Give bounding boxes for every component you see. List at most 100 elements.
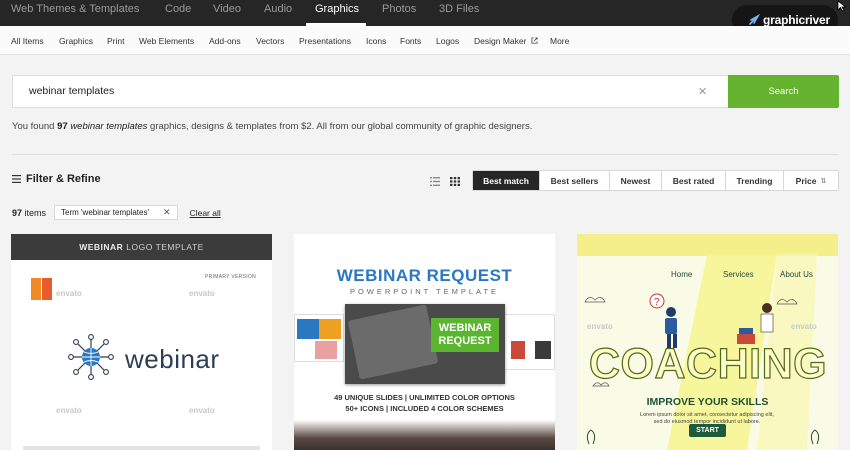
- results-prefix: You found: [12, 121, 58, 132]
- active-filters: 97 items Term 'webinar templates' ✕ Clea…: [12, 205, 221, 220]
- items-count-word: items: [22, 207, 47, 218]
- tab-graphics[interactable]: Graphics: [315, 3, 359, 15]
- subnav-presentations[interactable]: Presentations: [299, 36, 351, 46]
- sort-newest[interactable]: Newest: [610, 171, 662, 190]
- subnav-icons[interactable]: Icons: [366, 36, 386, 46]
- term-chip-label: Term 'webinar templates': [61, 208, 150, 217]
- slide-block: [319, 319, 341, 339]
- sort-best-sellers[interactable]: Best sellers: [540, 171, 610, 190]
- grid-view-icon[interactable]: [450, 177, 460, 186]
- subnav-design-maker[interactable]: Design Maker: [474, 36, 538, 46]
- tab-web-themes[interactable]: Web Themes & Templates: [11, 3, 139, 15]
- card-subtitle: POWERPOINT TEMPLATE: [349, 287, 500, 296]
- slide-preview-right: [504, 314, 555, 370]
- design-maker-label: Design Maker: [474, 36, 527, 46]
- subnav-logos[interactable]: Logos: [436, 36, 459, 46]
- sort-best-match[interactable]: Best match: [473, 171, 540, 190]
- webinar-logo-word: webinar: [125, 344, 220, 374]
- sort-trending[interactable]: Trending: [726, 171, 784, 190]
- category-subnav: All Items Graphics Print Web Elements Ad…: [0, 26, 850, 55]
- result-card-webinar-logo[interactable]: WEBINAR LOGO TEMPLATE PRIMARY VERSION en…: [11, 234, 272, 450]
- badge-line-2: REQUEST: [438, 335, 492, 347]
- search-button[interactable]: Search: [728, 75, 839, 108]
- results-suffix: graphics, designs & templates from $2. A…: [147, 121, 533, 132]
- filter-refine-label: Filter & Refine: [26, 173, 101, 185]
- watermark: envato: [56, 406, 82, 415]
- webinar-globe-logo-icon: [68, 334, 114, 380]
- remove-term-icon[interactable]: ✕: [163, 207, 171, 218]
- slide-block: [511, 341, 525, 359]
- results-count: 97: [57, 121, 68, 132]
- tab-3d-files[interactable]: 3D Files: [439, 3, 479, 15]
- subnav-print[interactable]: Print: [107, 36, 124, 46]
- clear-all-link[interactable]: Clear all: [190, 208, 221, 218]
- card-header-bold: WEBINAR: [79, 242, 124, 252]
- features-line-1: 49 UNIQUE SLIDES | UNLIMITED COLOR OPTIO…: [334, 393, 515, 402]
- sort-price-label: Price: [795, 175, 817, 186]
- sort-best-rated[interactable]: Best rated: [662, 171, 726, 190]
- view-toggle: [430, 177, 460, 186]
- watermark: envato: [56, 289, 82, 298]
- subnav-vectors[interactable]: Vectors: [256, 36, 284, 46]
- coaching-nav-services: Services: [723, 270, 754, 279]
- features-line-2: 50+ ICONS | INCLUDED 4 COLOR SCHEMES: [345, 404, 504, 413]
- card-title: WEBINAR REQUEST: [336, 266, 513, 285]
- top-navigation-bar: Web Themes & Templates Code Video Audio …: [0, 0, 850, 26]
- color-swatch-orange: [31, 278, 41, 300]
- term-filter-chip[interactable]: Term 'webinar templates' ✕: [54, 205, 178, 220]
- watermark: envato: [189, 406, 215, 415]
- laptop-image: [347, 304, 439, 380]
- coaching-subtitle: IMPROVE YOUR SKILLS: [646, 396, 769, 408]
- subnav-graphics[interactable]: Graphics: [59, 36, 93, 46]
- filter-icon: [12, 175, 21, 183]
- items-count: 97 items: [12, 208, 46, 218]
- list-view-icon[interactable]: [430, 177, 440, 186]
- sort-price[interactable]: Price ⇅: [784, 171, 838, 190]
- subnav-add-ons[interactable]: Add-ons: [209, 36, 241, 46]
- subnav-all-items[interactable]: All Items: [11, 36, 44, 46]
- filter-refine-toggle[interactable]: Filter & Refine: [12, 173, 101, 185]
- mouse-cursor-icon: [837, 0, 847, 12]
- coaching-nav-home: Home: [671, 270, 693, 279]
- search-field-container: [12, 75, 728, 108]
- slide-photo: [315, 341, 337, 359]
- sort-arrows-icon: ⇅: [820, 177, 827, 185]
- tab-code[interactable]: Code: [165, 3, 191, 15]
- slide-preview-left: [294, 314, 344, 362]
- webinar-request-badge: WEBINAR REQUEST: [431, 318, 499, 352]
- subnav-web-elements[interactable]: Web Elements: [139, 36, 194, 46]
- brand-name: graphicriver: [763, 13, 830, 27]
- primary-version-label: PRIMARY VERSION: [205, 274, 256, 280]
- watermark: envato: [587, 322, 613, 331]
- slide-preview-main: WEBINAR REQUEST: [345, 304, 505, 384]
- coaching-nav-about: About Us: [780, 270, 813, 279]
- subnav-more[interactable]: More: [550, 36, 569, 46]
- card-features: 49 UNIQUE SLIDES | UNLIMITED COLOR OPTIO…: [294, 392, 555, 414]
- external-link-icon: [531, 37, 538, 44]
- coaching-start-button: START: [689, 424, 726, 437]
- results-summary: You found 97 webinar templates graphics,…: [12, 121, 532, 132]
- result-card-webinar-request[interactable]: WEBINAR REQUEST POWERPOINT TEMPLATE WEBI…: [294, 234, 555, 450]
- svg-text:?: ?: [654, 297, 660, 308]
- graphicriver-mark-icon: [749, 14, 760, 25]
- card-header-light: LOGO TEMPLATE: [126, 242, 204, 252]
- subnav-fonts[interactable]: Fonts: [400, 36, 421, 46]
- result-card-coaching[interactable]: ? Home Services About Us envato envato C…: [577, 234, 838, 450]
- divider: [12, 154, 839, 155]
- coaching-title: COACHING: [588, 339, 828, 388]
- slide-photo: [535, 341, 551, 359]
- clear-search-icon[interactable]: ✕: [698, 85, 707, 98]
- search-input[interactable]: [29, 85, 629, 97]
- color-swatch-red: [42, 278, 52, 300]
- watermark: envato: [189, 289, 215, 298]
- watermark: envato: [791, 322, 817, 331]
- tab-video[interactable]: Video: [213, 3, 241, 15]
- tab-photos[interactable]: Photos: [382, 3, 416, 15]
- items-count-number: 97: [12, 207, 23, 218]
- tab-audio[interactable]: Audio: [264, 3, 292, 15]
- slide-block: [297, 319, 319, 339]
- card-footer-bar: [23, 446, 260, 450]
- sort-options: Best match Best sellers Newest Best rate…: [472, 170, 839, 191]
- badge-line-1: WEBINAR: [438, 322, 492, 334]
- card-bottom-image: [294, 420, 555, 450]
